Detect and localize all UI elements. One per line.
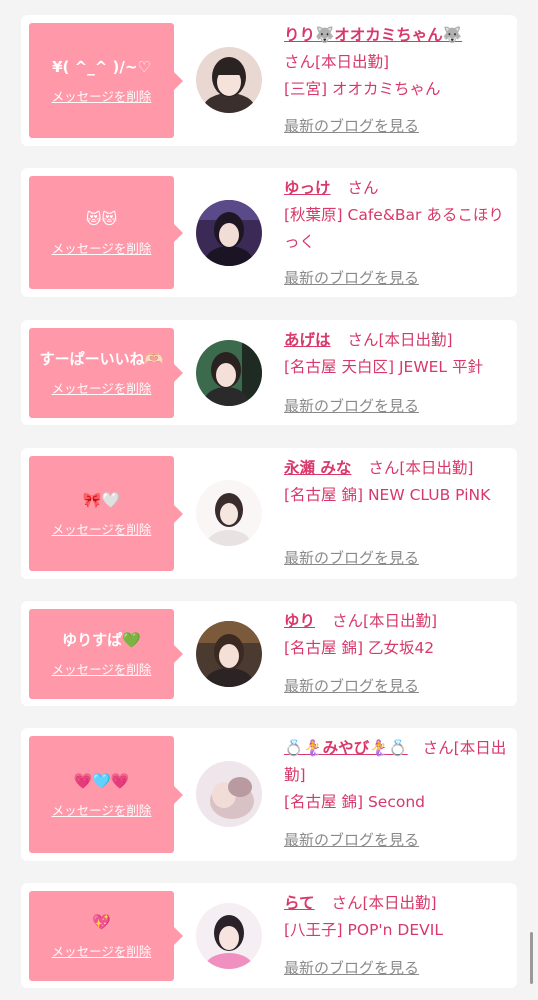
delete-message-link[interactable]: メッセージを削除 bbox=[52, 86, 152, 105]
latest-blog-link[interactable]: 最新のブログを見る bbox=[284, 116, 419, 136]
message-bubble: ゆりすぱ💚 メッセージを削除 bbox=[29, 609, 183, 699]
delete-message-link[interactable]: メッセージを削除 bbox=[52, 800, 152, 819]
cast-info: 💍🧜‍♀️みやび🧜‍♀️💍 さん[本日出勤] [名古屋 錦] Second bbox=[284, 735, 516, 816]
message-text: ¥( ^_^ )/~♡ bbox=[52, 57, 151, 76]
message-card: 💖 メッセージを削除 らて さん[本日出勤] [八王子] POP'n DEVIL… bbox=[21, 883, 517, 988]
latest-blog-link[interactable]: 最新のブログを見る bbox=[284, 958, 419, 978]
message-card: 🎀🤍 メッセージを削除 永瀬 みな さん[本日出勤] [名古屋 錦] NEW C… bbox=[21, 448, 517, 579]
latest-blog-link[interactable]: 最新のブログを見る bbox=[284, 268, 419, 288]
delete-message-link[interactable]: メッセージを削除 bbox=[52, 659, 152, 678]
cast-name-link[interactable]: あげは bbox=[284, 331, 331, 349]
scrollbar[interactable] bbox=[530, 932, 533, 984]
shop-name: [名古屋 錦] NEW CLUB PiNK bbox=[284, 486, 491, 504]
message-bubble: すーぱーいいね🫶🏻 メッセージを削除 bbox=[29, 328, 183, 418]
shop-name: [名古屋 天白区] JEWEL 平針 bbox=[284, 358, 483, 376]
message-bubble: 💗🩵💗 メッセージを削除 bbox=[29, 736, 183, 853]
delete-message-link[interactable]: メッセージを削除 bbox=[52, 519, 152, 538]
shop-name: [名古屋 錦] 乙女坂42 bbox=[284, 639, 435, 657]
avatar-photo-icon bbox=[196, 761, 262, 827]
message-bubble: ¥( ^_^ )/~♡ メッセージを削除 bbox=[29, 23, 183, 138]
cast-name-link[interactable]: らて bbox=[284, 894, 315, 912]
latest-blog-link[interactable]: 最新のブログを見る bbox=[284, 548, 419, 568]
message-card: ¥( ^_^ )/~♡ メッセージを削除 りり🐺オオカミちゃん🐺 さん[本日出勤… bbox=[21, 15, 517, 146]
avatar[interactable] bbox=[196, 47, 262, 113]
avatar-photo-icon bbox=[196, 340, 262, 406]
cast-status: さん[本日出勤] bbox=[284, 53, 390, 71]
cast-status: さん[本日出勤] bbox=[368, 459, 474, 477]
latest-blog-link[interactable]: 最新のブログを見る bbox=[284, 830, 419, 850]
cast-name-link[interactable]: ゆり bbox=[284, 612, 315, 630]
cast-status: さん[本日出勤] bbox=[347, 331, 453, 349]
avatar[interactable] bbox=[196, 200, 262, 266]
cast-name-link[interactable]: 💍🧜‍♀️みやび🧜‍♀️💍 bbox=[284, 739, 408, 757]
avatar[interactable] bbox=[196, 340, 262, 406]
avatar-photo-icon bbox=[196, 200, 262, 266]
message-text: 😻😻 bbox=[85, 209, 118, 228]
cast-status: さん bbox=[347, 179, 379, 197]
message-text: 🎀🤍 bbox=[82, 490, 121, 509]
message-card: ゆりすぱ💚 メッセージを削除 ゆり さん[本日出勤] [名古屋 錦] 乙女坂42… bbox=[21, 601, 517, 706]
avatar[interactable] bbox=[196, 480, 262, 546]
cast-info: りり🐺オオカミちゃん🐺 さん[本日出勤] [三宮] オオカミちゃん bbox=[284, 22, 510, 103]
cast-status: さん[本日出勤] bbox=[331, 612, 438, 630]
shop-name: [三宮] オオカミちゃん bbox=[284, 80, 441, 98]
delete-message-link[interactable]: メッセージを削除 bbox=[52, 378, 152, 397]
avatar-photo-icon bbox=[196, 621, 262, 687]
message-bubble: 💖 メッセージを削除 bbox=[29, 891, 183, 981]
message-card: すーぱーいいね🫶🏻 メッセージを削除 あげは さん[本日出勤] [名古屋 天白区… bbox=[21, 320, 517, 425]
avatar[interactable] bbox=[196, 621, 262, 687]
cast-info: あげは さん[本日出勤] [名古屋 天白区] JEWEL 平針 bbox=[284, 327, 516, 381]
message-text: すーぱーいいね🫶🏻 bbox=[39, 350, 164, 368]
cast-info: ゆり さん[本日出勤] [名古屋 錦] 乙女坂42 bbox=[284, 608, 510, 662]
latest-blog-link[interactable]: 最新のブログを見る bbox=[284, 396, 419, 416]
avatar[interactable] bbox=[196, 903, 262, 969]
message-bubble: 🎀🤍 メッセージを削除 bbox=[29, 456, 183, 571]
cast-name-link[interactable]: ゆっけ bbox=[284, 179, 331, 197]
message-text: 💖 bbox=[92, 913, 111, 931]
cast-info: らて さん[本日出勤] [八王子] POP'n DEVIL bbox=[284, 890, 510, 944]
delete-message-link[interactable]: メッセージを削除 bbox=[52, 238, 152, 257]
latest-blog-link[interactable]: 最新のブログを見る bbox=[284, 676, 419, 696]
avatar[interactable] bbox=[196, 761, 262, 827]
shop-name: [秋葉原] Cafe&Bar あるこほりっく bbox=[284, 206, 504, 251]
message-card: 😻😻 メッセージを削除 ゆっけ さん [秋葉原] Cafe&Bar あるこほりっ… bbox=[21, 168, 517, 297]
cast-info: ゆっけ さん [秋葉原] Cafe&Bar あるこほりっく bbox=[284, 175, 510, 256]
avatar-photo-icon bbox=[196, 480, 262, 546]
cast-info: 永瀬 みな さん[本日出勤] [名古屋 錦] NEW CLUB PiNK bbox=[284, 455, 510, 509]
message-card: 💗🩵💗 メッセージを削除 💍🧜‍♀️みやび🧜‍♀️💍 さん[本日出勤] [名古屋… bbox=[21, 728, 517, 861]
cast-name-link[interactable]: 永瀬 みな bbox=[284, 459, 351, 477]
delete-message-link[interactable]: メッセージを削除 bbox=[52, 941, 152, 960]
message-bubble: 😻😻 メッセージを削除 bbox=[29, 176, 183, 289]
shop-name: [名古屋 錦] Second bbox=[284, 793, 425, 811]
avatar-photo-icon bbox=[196, 47, 262, 113]
cast-status: さん[本日出勤] bbox=[331, 894, 437, 912]
message-text: ゆりすぱ💚 bbox=[62, 631, 141, 649]
cast-name-link[interactable]: りり🐺オオカミちゃん🐺 bbox=[284, 26, 462, 44]
shop-name: [八王子] POP'n DEVIL bbox=[284, 921, 443, 939]
avatar-photo-icon bbox=[196, 903, 262, 969]
message-text: 💗🩵💗 bbox=[73, 771, 130, 790]
